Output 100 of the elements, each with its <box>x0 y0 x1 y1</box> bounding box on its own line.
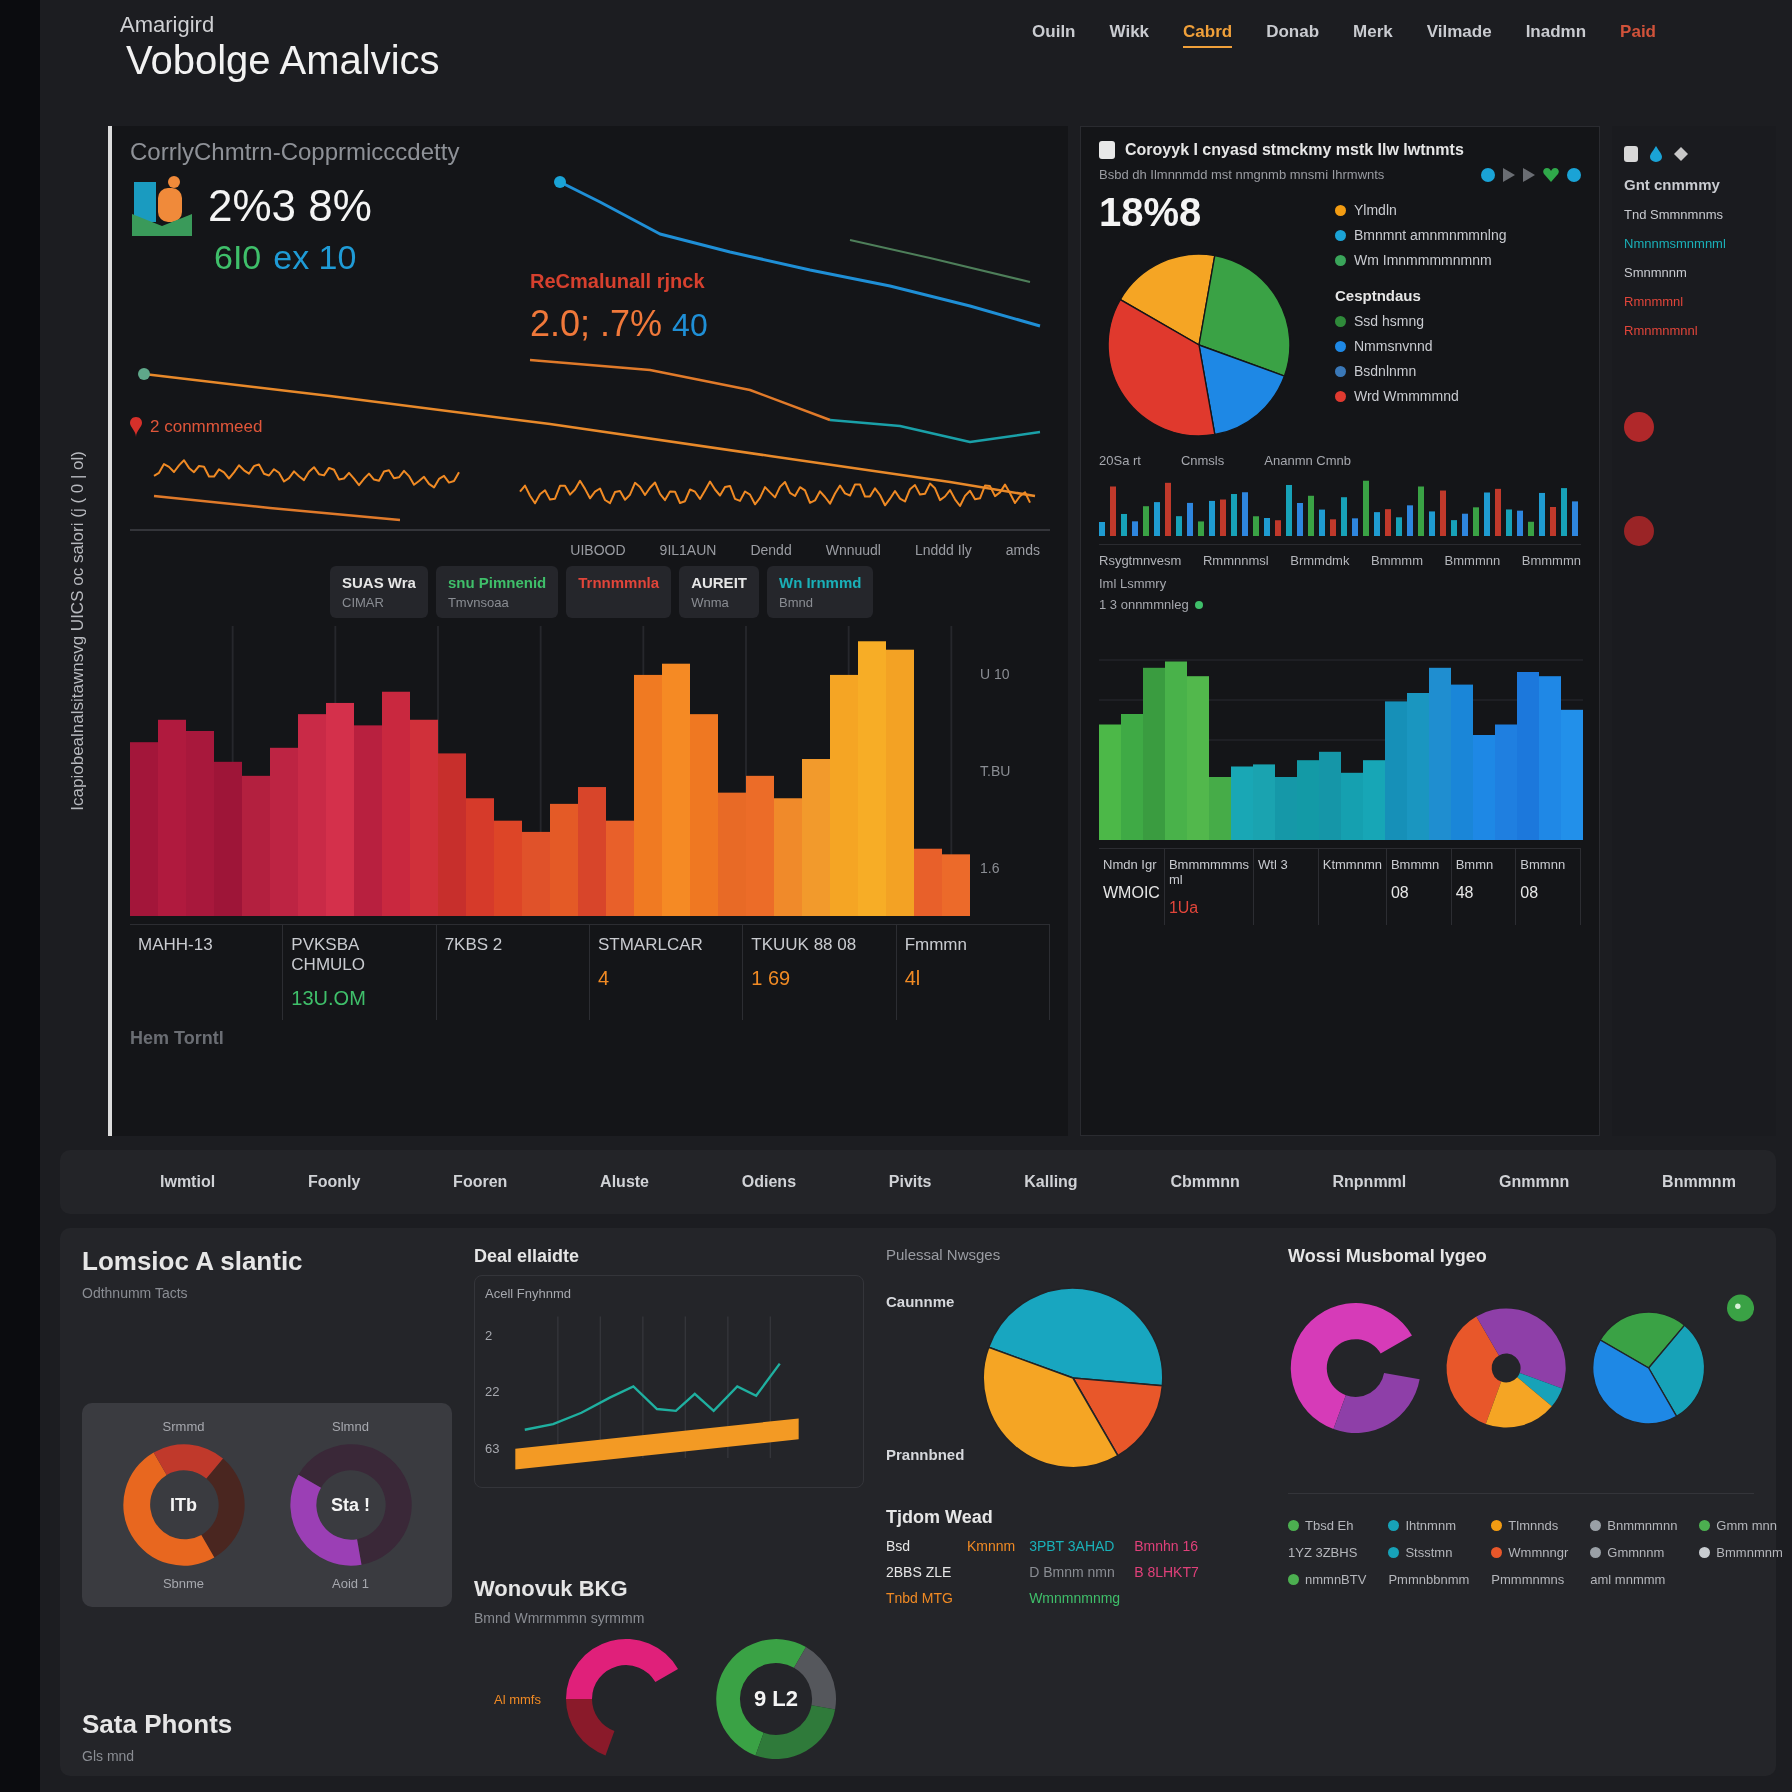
axis-tick: U 10 <box>980 666 1011 683</box>
tab[interactable]: Rnpnmml <box>1332 1173 1407 1191</box>
axis-tick: 2 <box>485 1327 494 1343</box>
bar <box>1275 777 1297 840</box>
bar <box>1352 518 1358 536</box>
nav-link[interactable]: Cabrd <box>1183 22 1233 48</box>
play-icon[interactable] <box>1523 167 1535 182</box>
gauge-value: Sta ! <box>331 1494 370 1516</box>
bar <box>1341 497 1347 536</box>
bar <box>1440 490 1446 536</box>
table-cell-text: 3PBT 3AHAD <box>1029 1538 1116 1554</box>
column-value: 4 <box>598 967 611 990</box>
side-title: Gnt cnmmmy <box>1624 176 1721 193</box>
point-marker <box>138 368 150 380</box>
side-item[interactable]: Tnd Smmnmnms <box>1624 207 1764 222</box>
table-cell: 2BBS ZLE <box>886 1564 953 1580</box>
nav-link[interactable]: Wikk <box>1109 22 1150 48</box>
bar <box>1495 488 1501 536</box>
donut-value: 9 L2 <box>753 1686 798 1712</box>
column-label: Nmdn Igr <box>1103 857 1158 872</box>
badge-icon <box>1726 1293 1754 1323</box>
tab[interactable]: Pivits <box>888 1173 932 1191</box>
tab[interactable]: Gnmmnn <box>1499 1173 1570 1191</box>
gauge-label: Srmmd <box>162 1419 205 1434</box>
column-label: PVKSBA CHMULO <box>291 935 366 975</box>
bar <box>1374 512 1380 536</box>
alert-label: ReCmalunall rjnck <box>530 270 706 293</box>
play-icon[interactable] <box>1503 167 1515 182</box>
column-label: Bmmnn <box>1520 857 1567 872</box>
axis-label: 9IL1AUN <box>659 542 717 558</box>
tab[interactable]: Odiens <box>741 1173 797 1191</box>
note-text: Wm Imnmmmmnmnm <box>1354 252 1492 268</box>
kpi-secondary: 6I0 <box>214 238 262 277</box>
table-cell: Tnbd MTG <box>886 1590 953 1606</box>
tab[interactable]: Kalling <box>1024 1173 1078 1191</box>
bar <box>1429 511 1435 536</box>
nav-link[interactable]: Vilmade <box>1426 22 1492 48</box>
nav-link[interactable]: Ouiln <box>1032 22 1076 48</box>
bar <box>1121 513 1127 536</box>
column-header: Bmmmnn <box>1444 553 1501 568</box>
nav-link[interactable]: Inadmn <box>1525 22 1587 48</box>
bar <box>1407 505 1413 536</box>
marker-icon <box>130 417 142 437</box>
axis-tick: 63 <box>485 1441 500 1457</box>
table-cell: Kmnnm <box>966 1538 1016 1554</box>
tab[interactable]: Cbmmnn <box>1170 1173 1240 1191</box>
legend-label: Stsstmn <box>1405 1545 1453 1560</box>
legend-label: Ihtnmnm <box>1405 1518 1456 1533</box>
series-label: 2 conmmmeed <box>150 417 263 437</box>
column-label: TKUUK 88 08 <box>751 935 858 955</box>
legend-label: Gmm mnn <box>1716 1518 1778 1533</box>
column-label: Bmmmn <box>1390 857 1441 872</box>
bar <box>1165 482 1171 536</box>
column-header: Rsygtmnvesm <box>1099 553 1182 568</box>
bar <box>1319 509 1325 536</box>
heart-icon[interactable] <box>1543 167 1559 182</box>
bar <box>1396 517 1402 536</box>
point-marker <box>554 176 566 188</box>
bar <box>1176 516 1182 536</box>
diamond-icon[interactable] <box>1674 147 1688 161</box>
footer-label: Hem Torntl <box>130 1028 225 1049</box>
bar <box>1253 516 1259 536</box>
column-header: Rmmnnmsl <box>1202 553 1269 568</box>
column-value: 1Ua <box>1168 899 1200 917</box>
list-title: Tjdom Wead <box>886 1507 994 1528</box>
nav-link[interactable]: Merk <box>1353 22 1393 48</box>
legend-label: Pmmmnmns <box>1491 1572 1565 1587</box>
chip-title: snu Pimnenid <box>447 574 547 591</box>
chip-subtitle: Tmvnsoaa <box>447 595 510 610</box>
panel-subtitle: Bsbd dh Ilmnnmdd mst nmgnmb mnsmi Ihrmwnts <box>1099 167 1385 182</box>
side-item[interactable]: Rmnmmnl <box>1624 294 1764 309</box>
legend-label: Bsdnlnmn <box>1354 363 1417 379</box>
legend-label: Bmmnmnm <box>1716 1545 1783 1560</box>
tab[interactable]: Foonly <box>307 1173 361 1191</box>
dot-icon[interactable] <box>1481 167 1495 182</box>
panel-title: Coroyyk I cnyasd stmckmy mstk Ilw lwtnmts <box>1125 141 1464 159</box>
column-value: 13U.OM <box>291 987 367 1010</box>
card-title: Sata Phonts <box>82 1709 234 1740</box>
strip-label: 20Sa rt <box>1099 453 1141 468</box>
tab[interactable]: Bnmmnm <box>1662 1173 1736 1191</box>
bar <box>1242 492 1248 536</box>
side-item[interactable]: Smnmnnm <box>1624 265 1764 280</box>
side-item[interactable]: Nmnnmsmnmnml <box>1624 236 1764 251</box>
dot-icon[interactable] <box>1567 167 1581 182</box>
nav-link[interactable]: Paid <box>1620 22 1656 48</box>
chip-title: Wn Irnmmd <box>778 574 862 591</box>
pie-label: Caunnme <box>886 1293 956 1310</box>
tab[interactable]: Aluste <box>600 1173 649 1191</box>
tab[interactable]: Fooren <box>453 1173 508 1191</box>
drop-icon[interactable] <box>1650 146 1662 162</box>
side-item[interactable]: Rmnmnmnnl <box>1624 323 1764 338</box>
kpi-value: 18%8 <box>1099 190 1203 235</box>
tab[interactable]: Iwmtiol <box>160 1173 216 1191</box>
column-label: 7KBS 2 <box>444 935 504 955</box>
chart-sublabel: 1 3 onnmmnleg <box>1099 597 1189 612</box>
nav-link[interactable]: Donab <box>1266 22 1320 48</box>
axis-tick: T.BU <box>980 763 1011 779</box>
circle-icon <box>1624 412 1654 442</box>
column-label: Fmmmn <box>904 935 968 955</box>
gauge-label: Aoid 1 <box>332 1576 369 1591</box>
